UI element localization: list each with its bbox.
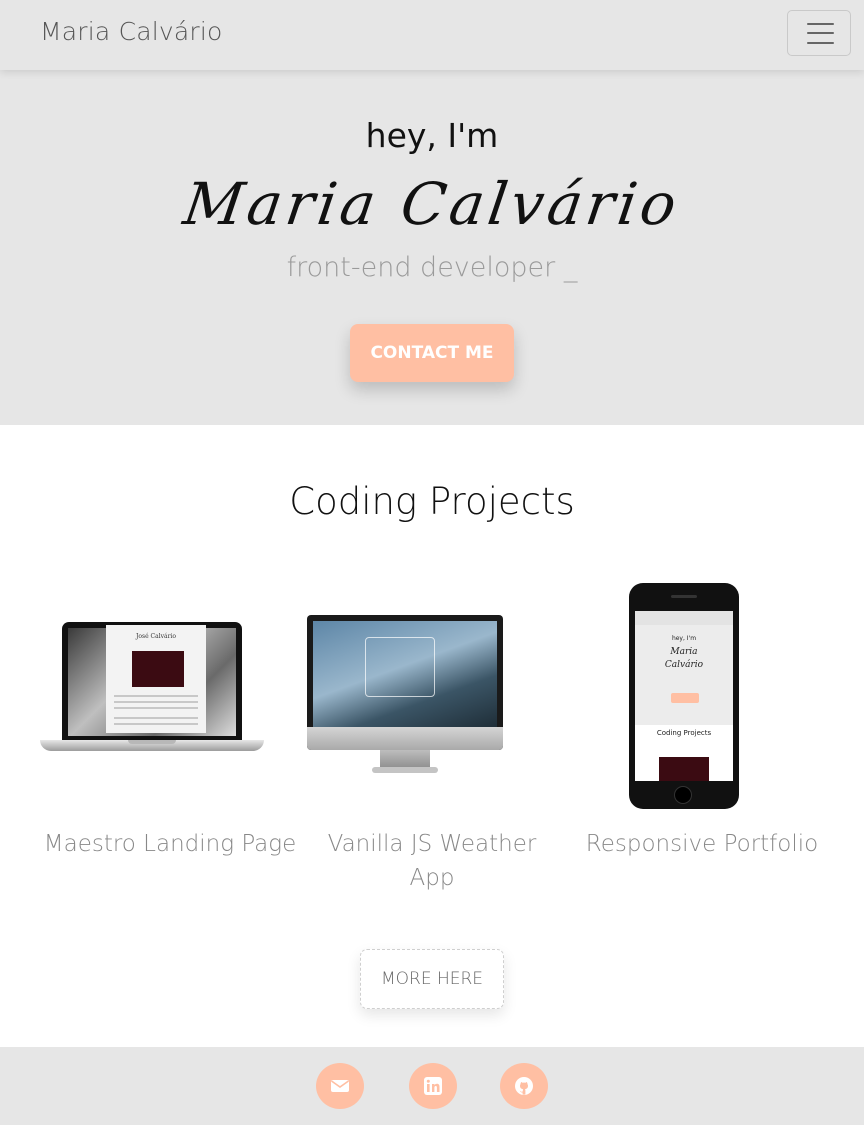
project-card-weather[interactable]: Vanilla JS Weather App [302, 575, 562, 891]
project-image-phone[interactable]: hey, I'm Maria Calvário Coding Projects [572, 575, 832, 815]
github-link[interactable] [500, 1063, 548, 1109]
hamburger-menu-icon [807, 23, 834, 25]
more-projects-button[interactable]: MORE HERE [360, 949, 504, 1009]
github-icon [515, 1077, 533, 1095]
navbar: Maria Calvário [0, 0, 864, 70]
hero-role: front-end developer _ [286, 252, 578, 283]
hero-section: hey, I'm Maria Calvário front-end develo… [0, 70, 864, 425]
menu-toggle-button[interactable] [787, 10, 851, 56]
linkedin-link[interactable] [409, 1063, 457, 1109]
project-image-monitor[interactable] [302, 575, 562, 815]
envelope-icon [331, 1080, 349, 1092]
brand-link[interactable]: Maria Calvário [40, 17, 223, 46]
project-card-portfolio[interactable]: hey, I'm Maria Calvário Coding Projects … [572, 575, 832, 857]
projects-title: Coding Projects [289, 480, 575, 523]
contact-me-button[interactable]: CONTACT ME [350, 324, 514, 382]
project-card-maestro[interactable]: José Calvário Maestro Landing Page [40, 575, 300, 857]
hero-greeting: hey, I'm [365, 116, 499, 155]
project-title[interactable]: Maestro Landing Page [40, 827, 300, 861]
hero-name: Maria Calvário [179, 170, 685, 238]
project-title[interactable]: Responsive Portfolio [572, 827, 832, 861]
linkedin-icon [424, 1077, 442, 1095]
project-image-laptop[interactable]: José Calvário [40, 575, 300, 815]
email-link[interactable] [316, 1063, 364, 1109]
footer [0, 1047, 864, 1125]
project-title[interactable]: Vanilla JS Weather App [302, 827, 562, 895]
